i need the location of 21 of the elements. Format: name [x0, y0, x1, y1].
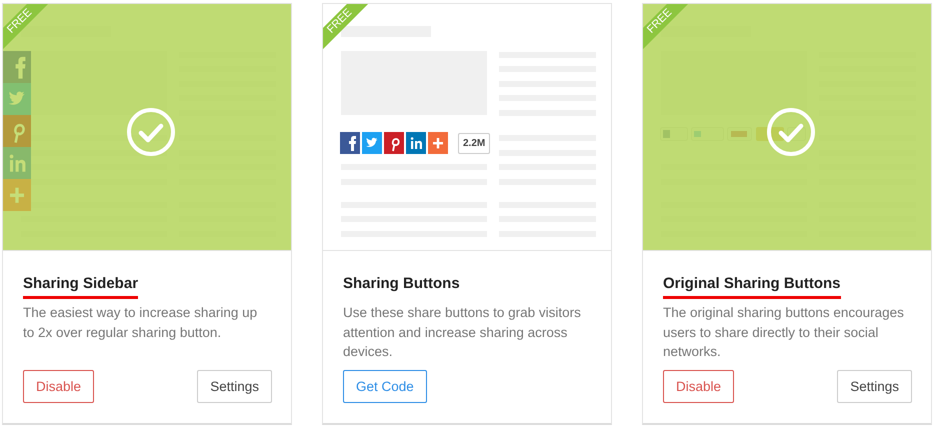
pinterest-icon[interactable]	[384, 132, 404, 154]
card-title: Original Sharing Buttons	[663, 275, 841, 293]
card-description: Use these share buttons to grab visitors attention and increase sharing across devices.	[343, 304, 582, 361]
card-description: The original sharing buttons encourages users to share directly to their social networks.	[663, 304, 905, 361]
twitter-icon[interactable]	[3, 83, 31, 115]
get-code-button[interactable]: Get Code	[343, 370, 427, 403]
facebook-icon[interactable]	[340, 132, 360, 154]
twitter-icon[interactable]	[362, 132, 382, 154]
disable-button[interactable]: Disable	[23, 370, 94, 403]
plus-icon[interactable]	[428, 132, 448, 154]
card-title: Sharing Buttons	[343, 275, 460, 293]
plus-icon[interactable]	[3, 179, 31, 211]
settings-button[interactable]: Settings	[837, 370, 912, 403]
settings-button[interactable]: Settings	[197, 370, 272, 403]
linkedin-icon[interactable]	[406, 132, 426, 154]
check-circle-icon	[765, 106, 817, 158]
check-circle-icon	[125, 106, 177, 158]
share-count: 2.2M	[458, 132, 490, 154]
disable-button[interactable]: Disable	[663, 370, 734, 403]
card-description: The easiest way to increase sharing up to 2x over regular sharing button.	[23, 304, 258, 342]
card-title: Sharing Sidebar	[23, 275, 138, 293]
